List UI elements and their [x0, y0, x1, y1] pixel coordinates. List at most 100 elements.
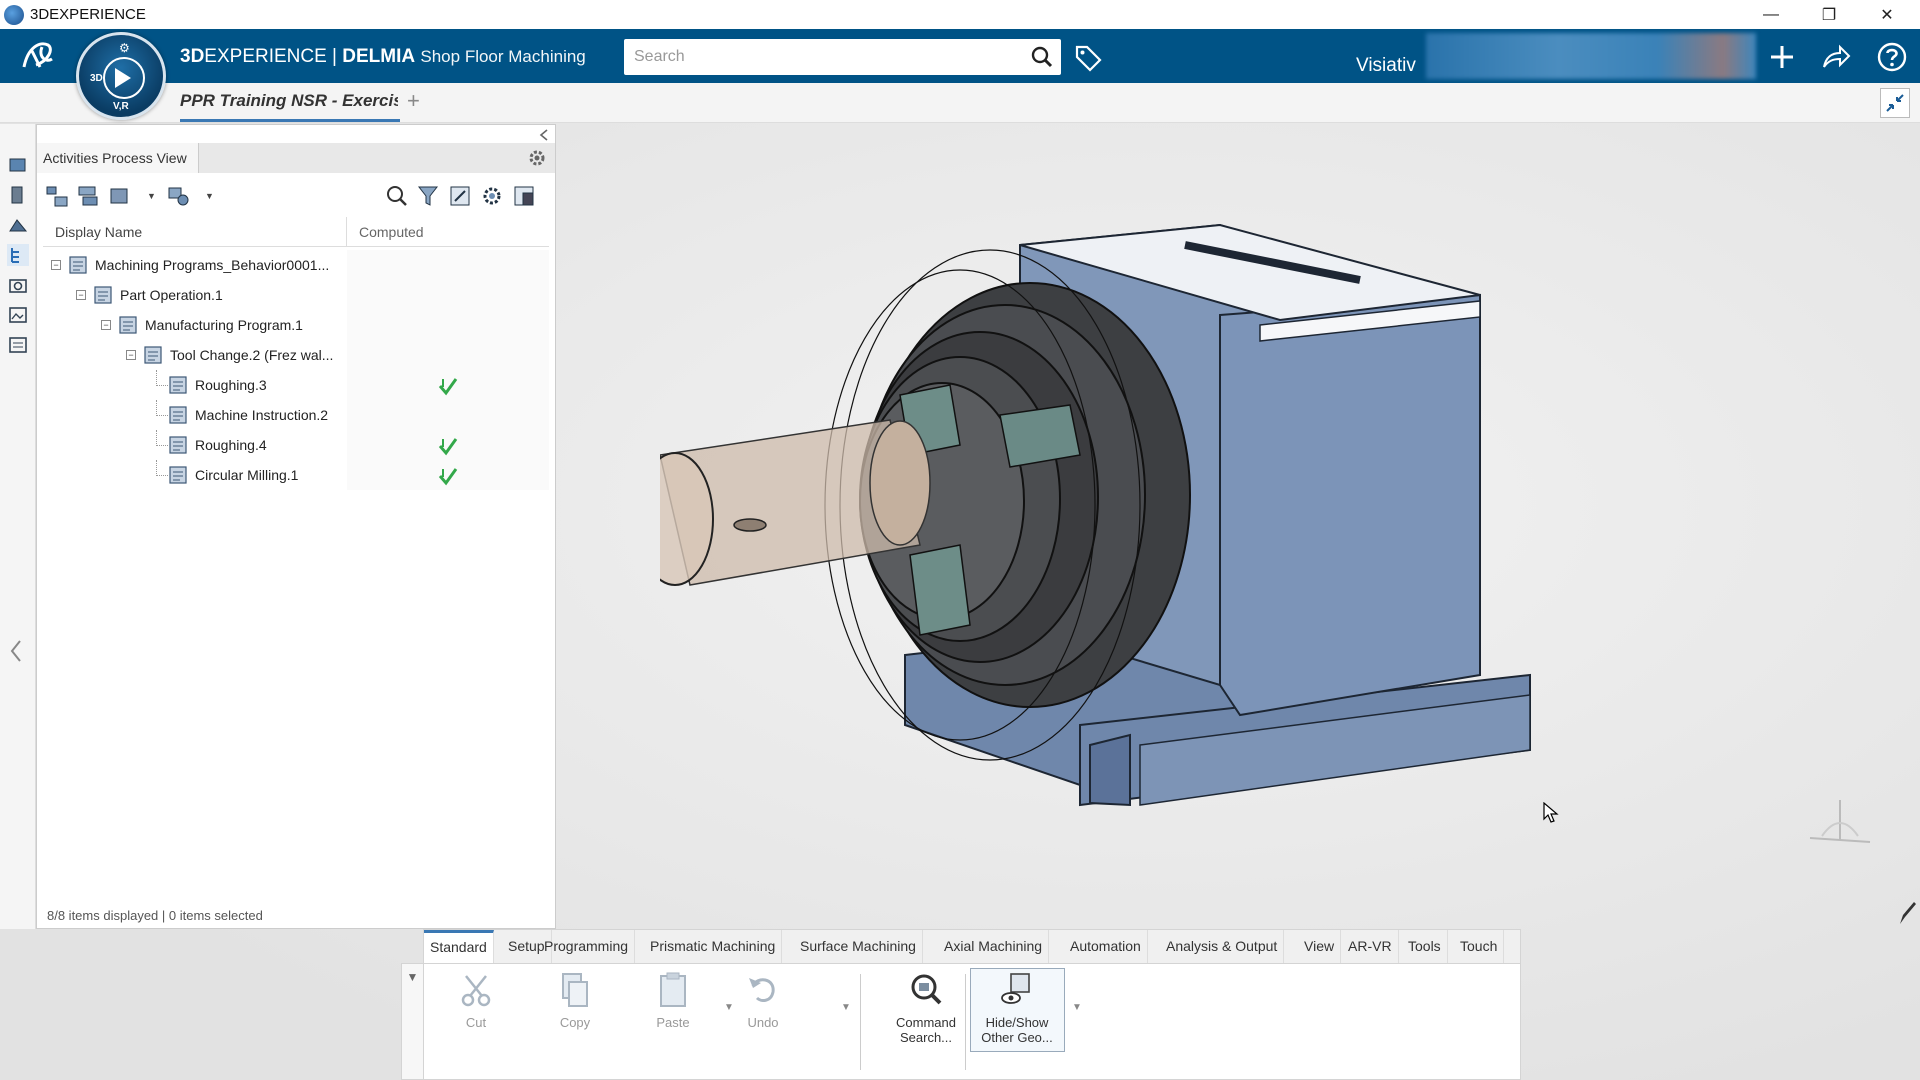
tree-expander-icon[interactable]: −	[51, 260, 61, 270]
computed-cell	[347, 400, 549, 430]
settings-tree-icon[interactable]	[447, 183, 475, 209]
ribbon-command-label: Hide/Show Other Geo...	[981, 1015, 1053, 1045]
play-icon	[115, 68, 131, 88]
ribbon-tab-surface-machining[interactable]: Surface Machining	[794, 930, 923, 963]
tag-icon[interactable]	[1073, 43, 1103, 73]
properties-icon[interactable]	[479, 183, 507, 209]
tree-expander-icon[interactable]: −	[101, 320, 111, 330]
activities-tree-icon[interactable]	[7, 244, 29, 266]
add-icon[interactable]	[1766, 41, 1798, 73]
pen-icon[interactable]	[1897, 900, 1917, 926]
column-computed[interactable]: Computed	[347, 217, 549, 247]
add-tab-button[interactable]: +	[407, 88, 420, 114]
3dexperience-app-icon	[4, 4, 24, 25]
tree-row[interactable]: Roughing.3	[43, 370, 549, 400]
undo-dropdown-icon[interactable]: ▼	[841, 1002, 851, 1013]
undo-icon	[749, 978, 775, 1002]
share-icon[interactable]	[1820, 41, 1852, 73]
node-filter-dropdown-icon[interactable]: ▼	[205, 191, 214, 201]
ribbon-dropdown-icon[interactable]: ▼	[401, 963, 423, 1080]
ribbon-command-cut[interactable]: Cut	[431, 964, 521, 1054]
command-search-icon	[911, 974, 942, 1005]
compass-vr-label: V,R	[113, 101, 129, 112]
restore-button[interactable]: ❐	[1800, 0, 1858, 29]
ribbon-tab-programming[interactable]: Programming	[538, 930, 636, 963]
collapse-panel-chevron-icon[interactable]	[539, 129, 549, 141]
tree-item-label: Circular Milling.1	[195, 467, 299, 483]
list-icon[interactable]	[7, 334, 29, 356]
ribbon-tab-view[interactable]: View	[1298, 930, 1342, 963]
collapse-tree-icon[interactable]	[75, 183, 103, 209]
product-structure-icon[interactable]	[7, 154, 29, 176]
circular-milling-icon	[169, 466, 187, 484]
tree-search-icon[interactable]	[383, 183, 411, 209]
copy-icon	[562, 973, 588, 1007]
compass-widget[interactable]: 3D V,R ⚙	[76, 32, 166, 120]
ribbon-tab-touch[interactable]: Touch	[1454, 930, 1505, 963]
computed-cell	[347, 370, 549, 400]
user-info-blurred	[1426, 33, 1756, 79]
layout-icon[interactable]	[511, 183, 539, 209]
workpiece-3d-model[interactable]	[660, 205, 1560, 845]
dassault-logo-icon[interactable]	[18, 37, 58, 75]
camera-icon[interactable]	[7, 274, 29, 296]
ribbon-tab-standard[interactable]: Standard	[424, 930, 494, 963]
tree-row[interactable]: − Machining Programs_Behavior0001...	[43, 250, 549, 280]
tree-row[interactable]: − Tool Change.2 (Frez wal...	[43, 340, 549, 370]
filter-icon[interactable]	[415, 183, 443, 209]
tree-row[interactable]: − Part Operation.1	[43, 280, 549, 310]
ribbon-tab-ar-vr[interactable]: AR-VR	[1342, 930, 1399, 963]
ribbon-tab-tools[interactable]: Tools	[1402, 930, 1448, 963]
ribbon-tab-axial-machining[interactable]: Axial Machining	[938, 930, 1050, 963]
minimize-button[interactable]: —	[1742, 0, 1800, 29]
tree-item-label: Manufacturing Program.1	[145, 317, 303, 333]
ribbon-command-label: Undo	[747, 1015, 779, 1030]
close-button[interactable]: ✕	[1858, 0, 1916, 29]
tree-row[interactable]: Circular Milling.1	[43, 460, 549, 490]
machine-icon[interactable]	[7, 214, 29, 236]
tree-item-label: Roughing.3	[195, 377, 267, 393]
app-name: Shop Floor Machining	[420, 47, 586, 66]
panel-title[interactable]: Activities Process View	[37, 143, 199, 173]
expand-panel-chevron-icon[interactable]	[9, 639, 23, 663]
gallery-icon[interactable]	[7, 304, 29, 326]
display-options-icon[interactable]	[107, 183, 135, 209]
paste-dropdown-icon[interactable]: ▼	[724, 1002, 734, 1013]
ribbon-command-label: Copy	[559, 1015, 591, 1030]
ribbon-command-hide-show-other-geo[interactable]: Hide/Show Other Geo...	[972, 964, 1062, 1054]
ribbon-tab-analysis-output[interactable]: Analysis & Output	[1160, 930, 1285, 963]
search-icon[interactable]	[1031, 46, 1053, 68]
user-name[interactable]: Visiativ	[1356, 55, 1416, 77]
ribbon-command-label: Command Search...	[896, 1015, 956, 1045]
tree-row[interactable]: Roughing.4	[43, 430, 549, 460]
tree-row[interactable]: − Manufacturing Program.1	[43, 310, 549, 340]
document-tab[interactable]: PPR Training NSR - Exercis	[180, 91, 398, 111]
ribbon-tab-automation[interactable]: Automation	[1064, 930, 1148, 963]
document-tab-strip: PPR Training NSR - Exercis +	[0, 83, 1920, 123]
search-input[interactable]	[624, 39, 1024, 75]
resources-icon[interactable]	[7, 184, 29, 206]
ribbon-command-area: Cut Copy Paste Undo Command Search... Hide/Sh…	[423, 963, 1521, 1080]
gear-icon[interactable]	[527, 148, 547, 168]
ribbon-tab-prismatic-machining[interactable]: Prismatic Machining	[644, 930, 783, 963]
tool-change-icon	[144, 346, 162, 364]
ribbon-command-copy[interactable]: Copy	[530, 964, 620, 1054]
axis-triad-icon[interactable]	[1800, 790, 1880, 850]
panel-status: 8/8 items displayed | 0 items selected	[47, 908, 263, 923]
expand-tree-icon[interactable]	[43, 183, 71, 209]
ribbon-command-command-search[interactable]: Command Search...	[881, 964, 971, 1054]
fullscreen-button[interactable]	[1880, 88, 1910, 118]
tree-expander-icon[interactable]: −	[126, 350, 136, 360]
tree-row[interactable]: Machine Instruction.2	[43, 400, 549, 430]
help-icon[interactable]	[1876, 41, 1908, 73]
ribbon-separator	[965, 974, 966, 1070]
tree-expander-icon[interactable]: −	[76, 290, 86, 300]
computed-cell	[347, 310, 549, 340]
computed-cell	[347, 460, 549, 490]
node-filter-icon[interactable]	[165, 183, 193, 209]
hide-show-dropdown-icon[interactable]: ▼	[1072, 1002, 1082, 1013]
ribbon-command-paste[interactable]: Paste	[628, 964, 718, 1054]
display-options-dropdown-icon[interactable]: ▼	[147, 191, 156, 201]
column-display-name[interactable]: Display Name	[43, 217, 347, 247]
left-vertical-toolbar	[0, 124, 36, 929]
